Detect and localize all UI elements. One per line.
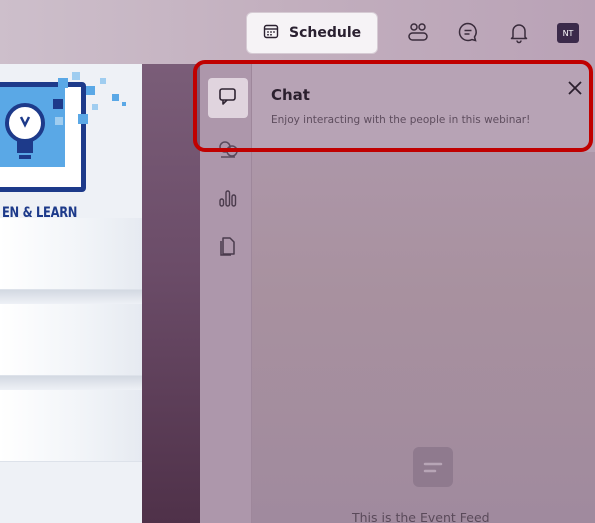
event-feed-text: This is the Event Feed — [352, 510, 490, 523]
slide-tile — [0, 390, 142, 462]
rail-item-polls[interactable] — [208, 180, 248, 220]
slide-shadow — [0, 290, 142, 304]
logo-pixel — [72, 72, 80, 80]
slide-tile — [0, 304, 142, 376]
schedule-button[interactable]: Schedule — [246, 12, 378, 54]
chat-bubble-icon[interactable] — [456, 20, 480, 44]
event-feed-icon — [413, 447, 453, 487]
logo-pixel — [78, 114, 88, 124]
slide-tile — [0, 218, 142, 290]
avatar[interactable]: NT — [557, 23, 579, 43]
slide-shadow — [0, 376, 142, 390]
presentation-slide: EN & LEARN — [0, 64, 142, 523]
calendar-icon — [263, 23, 279, 43]
stage-divider — [142, 64, 200, 523]
rail-item-files[interactable] — [208, 228, 248, 268]
logo-pixel — [100, 78, 106, 84]
schedule-label: Schedule — [289, 25, 362, 41]
logo-pixel — [92, 104, 98, 110]
logo-pixel — [58, 78, 68, 88]
logo-frame — [0, 82, 86, 192]
people-icon[interactable] — [406, 20, 430, 44]
files-icon — [217, 235, 239, 261]
logo-pixel — [112, 94, 119, 101]
logo-pixel — [86, 86, 95, 95]
lightbulb-icon — [0, 87, 65, 167]
logo-caption: EN & LEARN — [2, 203, 78, 221]
logo-pixel — [122, 102, 126, 106]
polls-icon — [217, 187, 239, 213]
bell-icon[interactable] — [507, 20, 531, 44]
highlight-annotation — [193, 60, 593, 152]
